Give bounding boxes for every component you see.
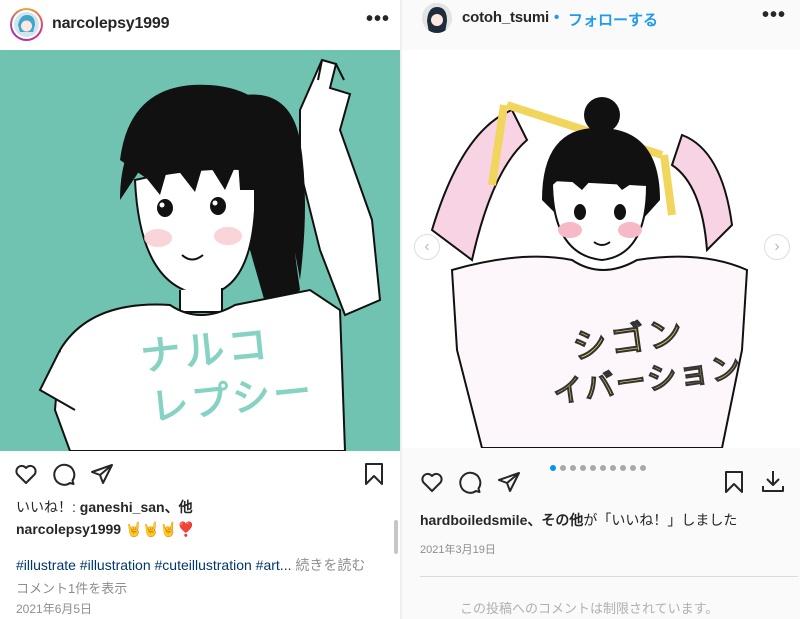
share-icon[interactable] — [497, 470, 521, 494]
avatar[interactable] — [10, 8, 43, 41]
hashtags[interactable]: #illustrate #illustration #cuteillustrat… — [16, 557, 291, 573]
heart-icon[interactable] — [420, 470, 444, 494]
bookmark-icon[interactable] — [363, 462, 385, 486]
post-date: 2021年6月5日 — [16, 602, 93, 616]
avatar[interactable] — [422, 3, 452, 33]
post-image[interactable]: シゴン イバーション ‹ › — [402, 50, 800, 448]
carousel-dot[interactable] — [610, 465, 616, 471]
comments-restricted: この投稿へのコメントは制限されています。 — [460, 601, 719, 616]
download-icon[interactable] — [760, 468, 786, 494]
read-more-link[interactable]: 続きを読む — [295, 557, 365, 573]
hashtag-line: #illustrate #illustration #cuteillustrat… — [16, 555, 365, 575]
liked-by-line: hardboiledsmile、その他が「いいね！」しました — [420, 510, 737, 530]
carousel-dot[interactable] — [550, 465, 556, 471]
separator-dot: • — [554, 9, 560, 26]
carousel-dot[interactable] — [600, 465, 606, 471]
carousel-dot[interactable] — [570, 465, 576, 471]
carousel-dot[interactable] — [590, 465, 596, 471]
share-icon[interactable] — [90, 462, 114, 486]
likes-user[interactable]: ganeshi_san — [80, 499, 165, 515]
likes-suffix[interactable]: 、他 — [165, 499, 193, 515]
comment-separator — [420, 576, 798, 577]
carousel-dot[interactable] — [630, 465, 636, 471]
carousel-dots — [550, 465, 660, 473]
bookmark-icon[interactable] — [723, 470, 745, 494]
chevron-right-icon[interactable]: › — [764, 234, 790, 260]
comment-icon[interactable] — [52, 462, 76, 486]
left-post: narcolepsy1999 ••• ナルコ レプシー いいね！: ganesh… — [0, 0, 402, 619]
follow-button[interactable]: フォローする — [568, 9, 658, 30]
left-post-header: narcolepsy1999 ••• — [0, 0, 402, 50]
username[interactable]: narcolepsy1999 — [52, 15, 169, 33]
carousel-dot[interactable] — [620, 465, 626, 471]
caption-user[interactable]: narcolepsy1999 — [16, 521, 121, 537]
caption-line: narcolepsy1999 🤘🤘🤘❣️ — [16, 521, 195, 538]
likes-prefix: いいね！: — [16, 499, 76, 515]
right-post-header: cotoh_tsumi • フォローする ••• — [402, 0, 800, 50]
liked-others[interactable]: 、その他 — [527, 512, 583, 528]
liked-word: いいね！ — [611, 512, 668, 528]
comment-icon[interactable] — [458, 470, 482, 494]
heart-icon[interactable] — [14, 462, 38, 486]
carousel-dot[interactable] — [640, 465, 646, 471]
more-icon[interactable]: ••• — [366, 8, 390, 31]
carousel-dot[interactable] — [560, 465, 566, 471]
liked-mid: が「 — [583, 512, 612, 528]
chevron-left-icon[interactable]: ‹ — [414, 234, 440, 260]
post-date: 2021年3月19日 — [420, 544, 496, 556]
scrollbar[interactable] — [394, 520, 398, 554]
more-icon[interactable]: ••• — [762, 4, 786, 27]
post-image[interactable]: ナルコ レプシー — [0, 50, 401, 451]
carousel-dot[interactable] — [580, 465, 586, 471]
liked-end: 」しました — [667, 512, 738, 528]
view-comments-link[interactable]: コメント1件を表示 — [16, 578, 127, 597]
username[interactable]: cotoh_tsumi — [462, 9, 549, 26]
caption-emoji: 🤘🤘🤘❣️ — [124, 521, 195, 537]
liked-user[interactable]: hardboiledsmile — [420, 512, 527, 528]
right-post: cotoh_tsumi • フォローする ••• シゴン イバーション ‹ › … — [402, 0, 800, 619]
likes-line: いいね！: ganeshi_san、他 — [16, 497, 193, 517]
